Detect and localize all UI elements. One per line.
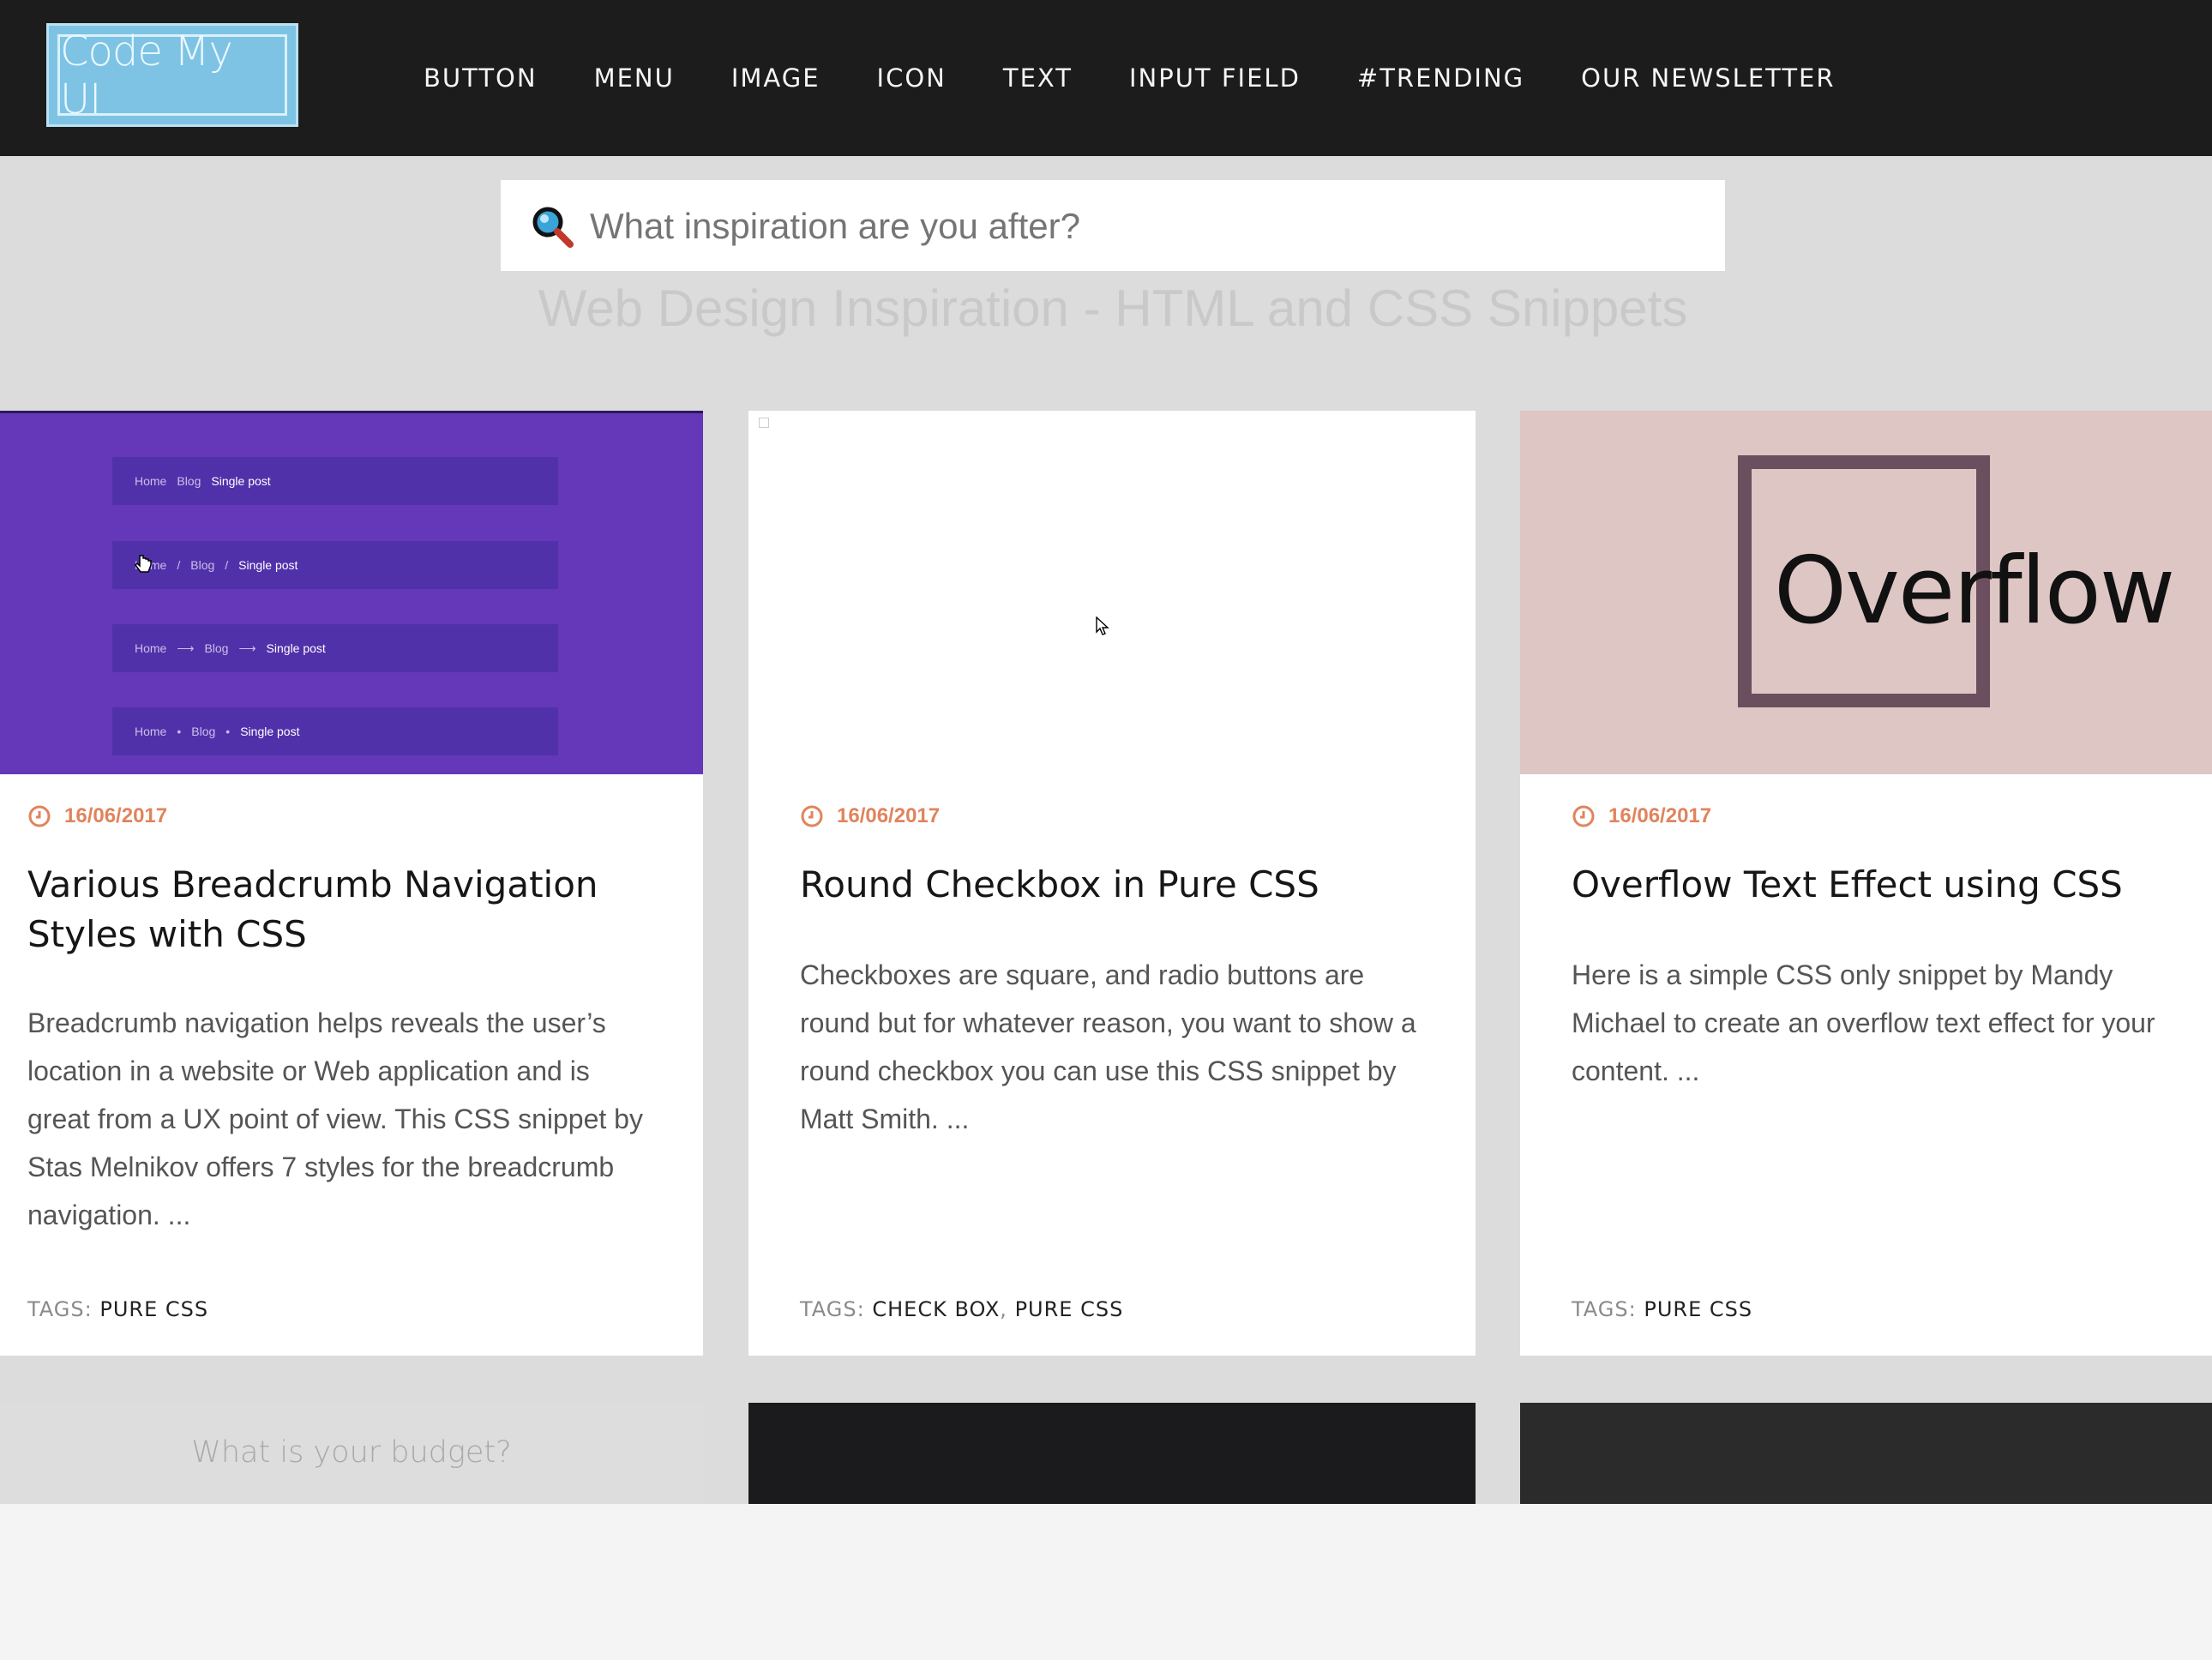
main-nav: BUTTON MENU IMAGE ICON TEXT INPUT FIELD … [424, 0, 1892, 156]
magnifier-icon [532, 207, 574, 248]
dark-card-thumbnail[interactable] [1520, 1403, 2212, 1504]
card-tags: TAGS: CHECK BOX, PURE CSS [800, 1297, 1124, 1321]
search-bar[interactable] [501, 180, 1725, 271]
nav-button[interactable]: BUTTON [424, 63, 538, 93]
overflow-thumbnail[interactable]: Overflow [1520, 411, 2212, 774]
overflow-demo-word: Overflow [1774, 538, 2175, 645]
clock-icon [28, 805, 51, 827]
nav-trending[interactable]: #TRENDING [1357, 63, 1524, 93]
card-date: 16/06/2017 [1572, 804, 1711, 828]
tag-link[interactable]: PURE CSS [99, 1297, 208, 1321]
hand-cursor-icon [135, 555, 152, 573]
budget-card-thumbnail[interactable]: What is your budget? [0, 1403, 703, 1504]
card-description: Breadcrumb navigation helps reveals the … [27, 1007, 643, 1230]
dark-card-thumbnail[interactable] [748, 1403, 1476, 1504]
tag-link[interactable]: PURE CSS [1015, 1297, 1124, 1321]
breadcrumb-thumbnail[interactable]: Home Blog Single post Home/ Blog/ Single… [0, 411, 703, 774]
card-title[interactable]: Various Breadcrumb Navigation Styles wit… [27, 860, 662, 959]
nav-input-field[interactable]: INPUT FIELD [1129, 63, 1301, 93]
snippet-card[interactable]: 16/06/2017 Round Checkbox in Pure CSS Ch… [748, 411, 1476, 1356]
card-description: Here is a simple CSS only snippet by Man… [1572, 959, 2155, 1086]
card-date: 16/06/2017 [27, 804, 167, 828]
pointer-cursor-icon [1096, 616, 1109, 635]
nav-icon[interactable]: ICON [877, 63, 947, 93]
site-logo[interactable]: Code My UI [46, 23, 298, 127]
logo-text: Code My UI [57, 27, 287, 123]
breadcrumb-demo-row: Home Blog Single post [112, 457, 558, 505]
card-title[interactable]: Overflow Text Effect using CSS [1572, 860, 2197, 910]
card-description: Checkboxes are square, and radio buttons… [800, 959, 1416, 1134]
nav-text[interactable]: TEXT [1003, 63, 1073, 93]
clock-icon [1572, 805, 1595, 827]
nav-image[interactable]: IMAGE [731, 63, 820, 93]
nav-menu[interactable]: MENU [594, 63, 675, 93]
breadcrumb-demo-row: Home • Blog • Single post [112, 707, 558, 755]
top-navbar: Code My UI BUTTON MENU IMAGE ICON TEXT I… [0, 0, 2212, 156]
card-tags: TAGS: PURE CSS [27, 1297, 209, 1321]
card-tags: TAGS: PURE CSS [1572, 1297, 1753, 1321]
nav-newsletter[interactable]: OUR NEWSLETTER [1581, 63, 1835, 93]
budget-text: What is your budget? [191, 1435, 512, 1470]
snippet-card[interactable]: Overflow 16/06/2017 Overflow Text Effect… [1520, 411, 2212, 1356]
page-tagline: Web Design Inspiration - HTML and CSS Sn… [538, 280, 1688, 337]
checkbox-thumbnail[interactable] [748, 411, 1476, 774]
snippet-card[interactable]: Home Blog Single post Home/ Blog/ Single… [0, 411, 703, 1356]
broken-image-icon [759, 418, 769, 428]
tag-link[interactable]: PURE CSS [1644, 1297, 1752, 1321]
tag-link[interactable]: CHECK BOX [872, 1297, 1000, 1321]
breadcrumb-demo-row: Home ⟶ Blog ⟶ Single post [112, 624, 558, 672]
clock-icon [801, 805, 823, 827]
card-date: 16/06/2017 [800, 804, 940, 828]
breadcrumb-demo-row: Home/ Blog/ Single post [112, 541, 558, 589]
search-input[interactable] [588, 195, 1706, 257]
card-title[interactable]: Round Checkbox in Pure CSS [800, 860, 1452, 910]
